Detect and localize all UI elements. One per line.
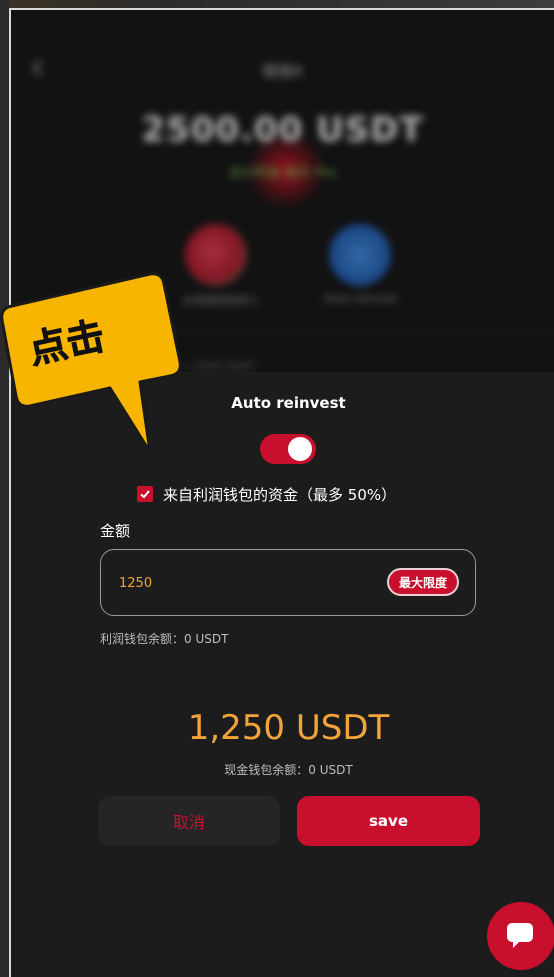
screenshot-root: 链接A 2500.00 USDT 总计积极 额外 Pro 从现金钱包转入 Aut… <box>0 0 554 977</box>
chat-bubble-icon <box>507 923 533 948</box>
cancel-button[interactable]: 取消 <box>98 796 280 846</box>
background-amount: 2500.00 USDT <box>141 110 424 150</box>
frame-left-edge <box>0 0 9 977</box>
tap-callout: 点击 <box>0 272 190 472</box>
checkbox-label: 来自利润钱包的资金（最多 50%） <box>163 485 397 504</box>
feature-right-label: Auto reinvest <box>324 292 398 305</box>
profit-wallet-checkbox-row[interactable]: 来自利润钱包的资金（最多 50%） <box>137 482 396 506</box>
frame-border-left <box>9 8 11 977</box>
frame-top-edge <box>0 0 554 8</box>
cash-wallet-balance: 现金钱包余额：0 USDT <box>224 763 353 777</box>
profit-wallet-balance: 利润钱包余额：0 USDT <box>100 632 229 646</box>
amount-input[interactable] <box>119 572 359 594</box>
frame-border-top <box>9 8 554 10</box>
total-amount: 1,250 USDT <box>187 708 390 748</box>
reinvest-feature-icon <box>329 224 391 286</box>
background-subtext: 总计积极 额外 Pro <box>229 166 336 181</box>
amount-field: 最大限度 <box>100 549 476 616</box>
chat-button[interactable] <box>487 902 554 970</box>
callout-bubble <box>0 272 182 454</box>
background-title: 链接A <box>262 62 303 80</box>
transfer-feature-icon <box>185 224 247 286</box>
toggle-knob <box>288 437 312 461</box>
save-button[interactable]: save <box>297 796 480 846</box>
phone-screen: 链接A 2500.00 USDT 总计积极 额外 Pro 从现金钱包转入 Aut… <box>11 10 554 977</box>
max-button[interactable]: 最大限度 <box>387 568 459 596</box>
check-icon <box>140 490 150 499</box>
auto-reinvest-toggle[interactable] <box>260 434 316 464</box>
profit-wallet-checkbox[interactable] <box>137 486 153 502</box>
amount-label: 金额 <box>100 522 131 540</box>
